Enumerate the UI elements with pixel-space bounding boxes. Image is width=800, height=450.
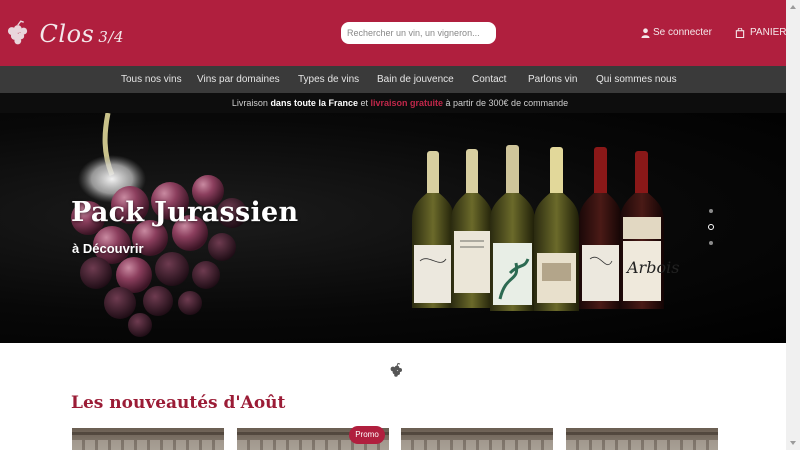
shipping-info-bar: Livraison dans toute la France et livrai… (0, 93, 800, 113)
product-card[interactable] (401, 428, 553, 450)
carousel-dot[interactable] (709, 209, 713, 213)
cart-link[interactable]: PANIER (735, 27, 787, 38)
main-nav: Tous nos vins Vins par domaines Types de… (0, 66, 800, 93)
carousel-pagination (706, 209, 716, 249)
nav-item-tous-nos-vins[interactable]: Tous nos vins (121, 66, 182, 93)
hero-title: Pack Jurassien (71, 197, 299, 228)
promo-badge: Promo (349, 426, 385, 444)
product-card[interactable] (72, 428, 224, 450)
user-icon (641, 27, 650, 38)
grape-bunch-image: Arbois (71, 113, 679, 337)
product-card[interactable] (566, 428, 718, 450)
site-header: Clos3/4 Se connecter PANIER (0, 0, 800, 66)
shipping-text-2: dans toute la France (270, 98, 358, 108)
hero-subtitle[interactable]: à Découvrir (72, 241, 144, 256)
nav-item-bain-de-jouvence[interactable]: Bain de jouvence (377, 66, 454, 93)
bottle-label-text: Arbois (625, 258, 679, 277)
page: Clos3/4 Se connecter PANIER Tous nos vin… (0, 0, 800, 450)
shipping-text-5: à partir de 300€ de commande (443, 98, 569, 108)
logo-text: Clos 3/4 (39, 20, 124, 48)
vertical-scrollbar[interactable] (786, 0, 800, 450)
wine-bottles-image: Arbois (412, 145, 679, 311)
shipping-text-1: Livraison (231, 98, 271, 108)
nav-item-parlons-vin[interactable]: Parlons vin (528, 66, 577, 93)
section-title: Les nouveautés d'Août (71, 393, 286, 413)
grape-logo-icon (7, 20, 28, 45)
cart-label: PANIER (750, 27, 787, 38)
carousel-dot[interactable] (709, 241, 713, 245)
login-label: Se connecter (653, 27, 712, 38)
site-logo[interactable]: Clos 3/4 (4, 14, 124, 54)
nav-item-vins-par-domaines[interactable]: Vins par domaines (197, 66, 280, 93)
grape-divider-icon (390, 362, 402, 377)
nav-item-types-de-vins[interactable]: Types de vins (298, 66, 359, 93)
scroll-down-arrow-icon[interactable] (789, 439, 797, 447)
nav-item-qui-sommes-nous[interactable]: Qui sommes nous (596, 66, 677, 93)
hero-banner[interactable]: Arbois Pack Jurassien à Découvrir (0, 113, 800, 343)
login-link[interactable]: Se connecter (641, 27, 712, 38)
nav-item-contact[interactable]: Contact (472, 66, 506, 93)
shipping-text-3: et (357, 98, 371, 108)
shopping-bag-icon (735, 27, 745, 38)
search-input[interactable] (341, 22, 496, 44)
carousel-dot-active[interactable] (708, 224, 714, 230)
scroll-up-arrow-icon[interactable] (789, 3, 797, 11)
shipping-text-4: livraison gratuite (370, 98, 444, 108)
